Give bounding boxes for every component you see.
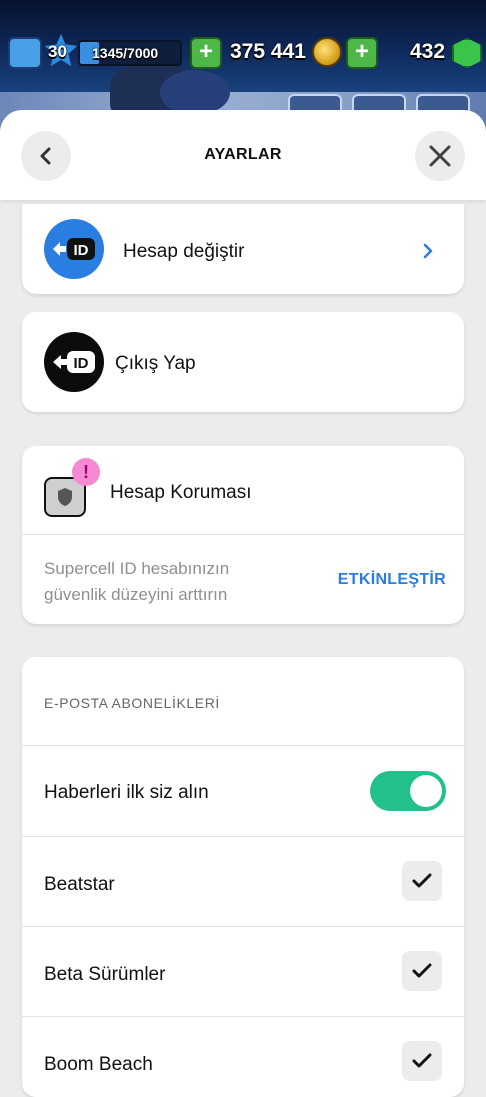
xp-text: 1345/7000 [92, 45, 159, 61]
gem-count: 432 [410, 40, 446, 63]
toggle-knob [410, 775, 442, 807]
news-toggle-row: Haberleri ilk siz alın [22, 746, 464, 836]
checkmark-icon [412, 873, 432, 888]
level-number: 30 [48, 42, 67, 61]
page-title: AYARLAR [204, 146, 282, 163]
protection-title: Hesap Koruması [110, 482, 252, 503]
boom-beach-checkbox[interactable] [402, 1041, 442, 1081]
subscription-label: Boom Beach [44, 1054, 153, 1075]
id-logout-glyph: ID [53, 351, 95, 373]
subscription-item-beatstar[interactable]: Beatstar [22, 837, 464, 926]
settings-header: AYARLAR [0, 110, 486, 200]
protection-description-line: güvenlik düzeyini arttırın [44, 585, 228, 604]
shield-icon [58, 488, 72, 506]
subscription-label: Beta Sürümler [44, 964, 166, 985]
news-toggle[interactable] [370, 771, 446, 811]
subscriptions-header: E-POSTA ABONELİKLERİ [44, 695, 220, 711]
account-protection-card: ! Hesap Koruması Supercell ID hesabınızı… [22, 446, 464, 624]
enable-button[interactable]: ETKİNLEŞTİR [338, 571, 446, 589]
beatstar-checkbox[interactable] [402, 861, 442, 901]
protection-description: Supercell ID hesabınızın güvenlik düzeyi… [44, 556, 229, 608]
close-icon [429, 145, 451, 167]
game-scene-object [160, 70, 230, 115]
protection-description-line: Supercell ID hesabınızın [44, 559, 230, 578]
email-subscriptions-card: E-POSTA ABONELİKLERİ Haberleri ilk siz a… [22, 657, 464, 1097]
coin-count: 375 441 [230, 40, 306, 63]
xp-bar: 1345/7000 [78, 40, 182, 66]
close-button[interactable] [415, 131, 465, 181]
add-coins-plus-icon[interactable]: + [190, 37, 222, 69]
id-text: ID [74, 242, 89, 259]
beta-checkbox[interactable] [402, 951, 442, 991]
switch-id-icon: ID [44, 219, 104, 279]
subscription-label: Beatstar [44, 874, 115, 895]
add-gems-plus-icon[interactable]: + [346, 37, 378, 69]
chevron-right-icon [423, 243, 433, 259]
logout-id-icon: ID [44, 332, 104, 392]
hud-menu-icon[interactable] [8, 37, 42, 69]
warning-badge: ! [72, 458, 100, 486]
news-label: Haberleri ilk siz alın [44, 782, 209, 803]
id-switch-glyph: ID [53, 238, 95, 260]
switch-account-row[interactable]: ID Hesap değiştir [22, 204, 464, 294]
checkmark-icon [412, 1053, 432, 1068]
divider [22, 534, 464, 535]
switch-account-label: Hesap değiştir [123, 241, 245, 262]
coin-icon [312, 37, 342, 67]
gem-icon [452, 38, 482, 68]
subscription-item-boom-beach[interactable]: Boom Beach [22, 1017, 464, 1097]
logout-row[interactable]: ID Çıkış Yap [22, 312, 464, 412]
subscription-item-beta[interactable]: Beta Sürümler [22, 927, 464, 1016]
checkmark-icon [412, 963, 432, 978]
logout-label: Çıkış Yap [115, 353, 196, 374]
id-text: ID [74, 355, 89, 372]
